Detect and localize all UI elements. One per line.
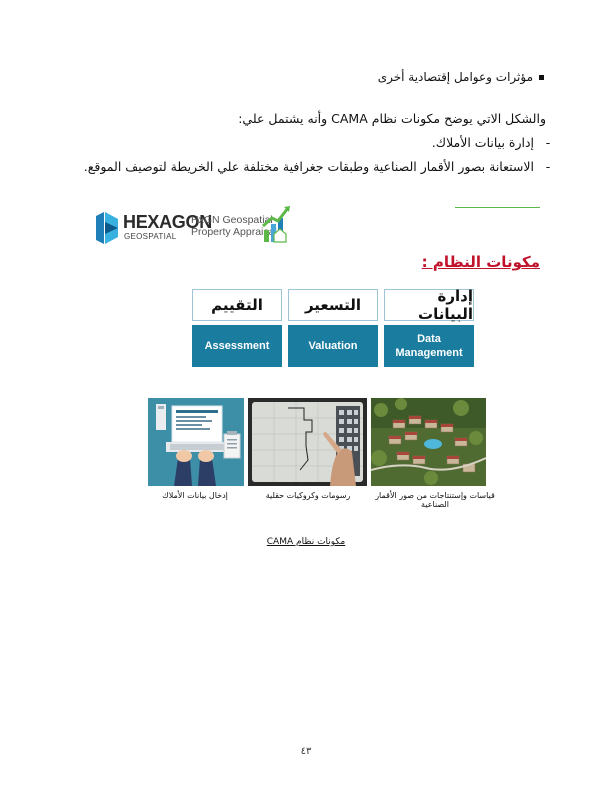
list-item: - الاستعانة بصور الأقمار الصناعية وطبقات…	[84, 159, 552, 174]
bullet-text: مؤثرات وعوامل إقتصادية أخرى	[377, 70, 533, 84]
list-item-text: الاستعانة بصور الأقمار الصناعية وطبقات ج…	[83, 159, 534, 174]
dash-marker: -	[545, 135, 551, 150]
hexagon-logo: HEXAGON GEOSPATIAL HxGN Geospatial Prope…	[94, 206, 294, 252]
dash-marker: -	[545, 159, 551, 174]
component-english-label: Assessment	[192, 325, 282, 367]
figure-caption: مكونات نظام CAMA	[266, 537, 346, 547]
field-drawings-image	[248, 398, 367, 486]
data-entry-image	[148, 398, 244, 486]
bullet-item: مؤثرات وعوامل إقتصادية أخرى	[378, 70, 544, 84]
page-number: ٤٣	[300, 746, 312, 757]
component-valuation: التسعير Valuation	[288, 289, 378, 367]
decorative-divider	[455, 207, 540, 208]
hexagon-mark-icon	[96, 212, 118, 244]
hexagon-subtitle: GEOSPATIAL	[124, 232, 177, 241]
component-arabic-label: التقييم	[192, 289, 282, 321]
component-english-label: Data Management	[384, 325, 474, 367]
image-caption: رسومات وكروكيات حقلية	[265, 491, 351, 500]
component-data-management: إدارة البيانات Data Management	[384, 287, 474, 367]
satellite-image	[371, 398, 486, 486]
component-arabic-label: التسعير	[288, 289, 378, 321]
property-appraisal-chart-icon	[262, 206, 290, 243]
list-item: - إدارة بيانات الأملاك.	[432, 135, 552, 150]
bullet-square-icon	[539, 74, 544, 80]
component-english-label: Valuation	[288, 325, 378, 367]
component-assessment: التقييم Assessment	[192, 289, 282, 367]
image-caption: قياسات وإستنتاجات من صور الأقمار الصناعي…	[375, 491, 495, 509]
section-title: مكونات النظام :	[421, 253, 540, 271]
list-item-text: إدارة بيانات الأملاك.	[431, 135, 534, 150]
component-arabic-label: إدارة البيانات	[384, 287, 474, 323]
image-caption: إدخال بيانات الأملاك	[162, 491, 228, 500]
intro-paragraph: والشكل الاتي يوضح مكونات نظام CAMA وأنه …	[238, 111, 546, 126]
